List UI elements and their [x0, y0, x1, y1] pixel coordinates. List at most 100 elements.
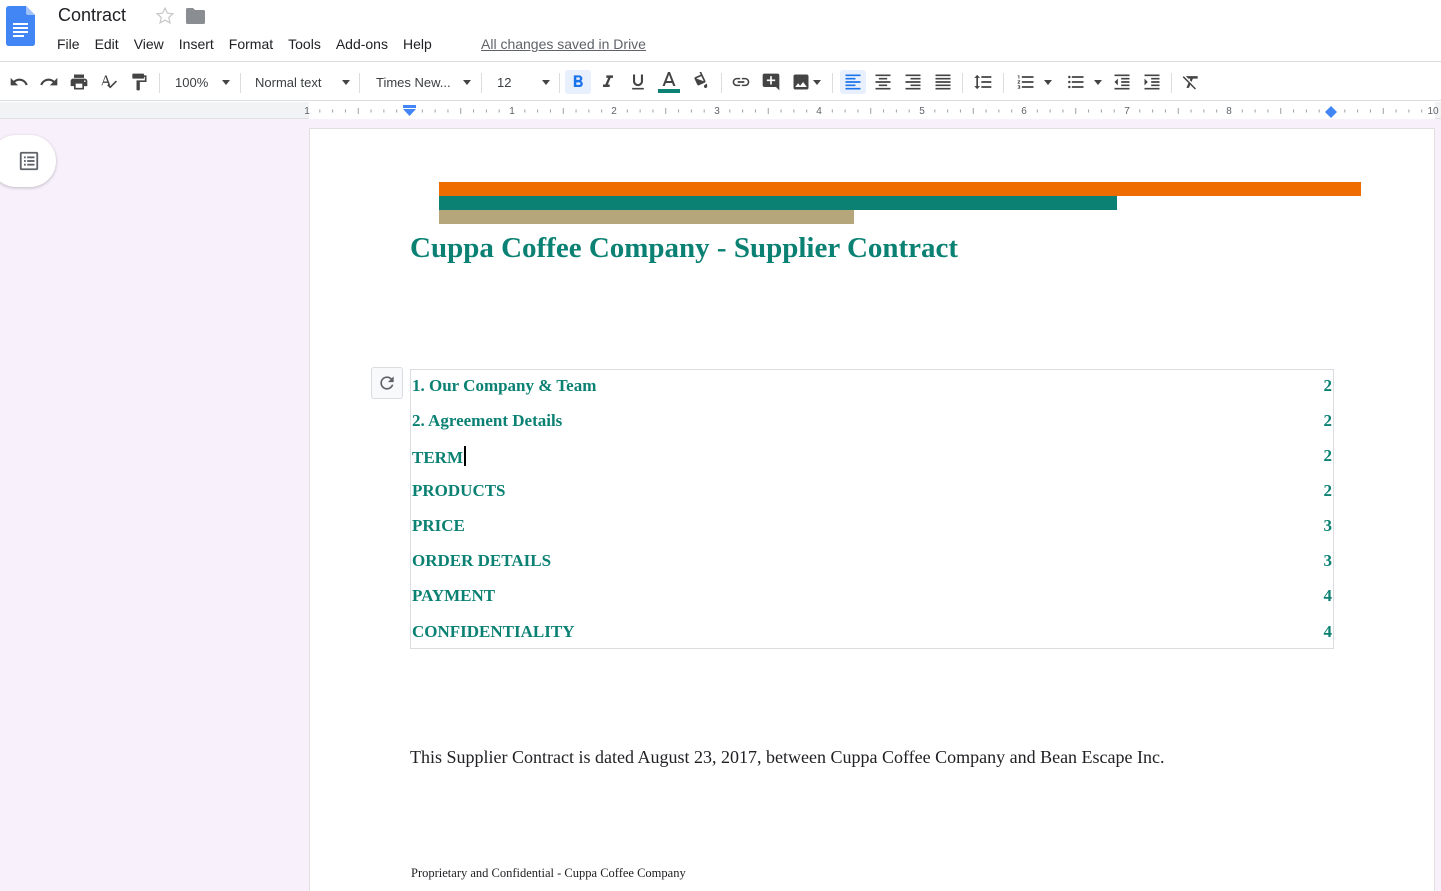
horizontal-ruler[interactable]: 1 1 2 3 4 5 6 7 8 10: [0, 102, 1441, 119]
chevron-down-icon: [1094, 79, 1102, 85]
table-of-contents: 1. Our Company & Team 2 2. Agreement Det…: [410, 369, 1334, 649]
document-canvas[interactable]: Cuppa Coffee Company - Supplier Contract…: [0, 119, 1441, 891]
menu-format[interactable]: Format: [229, 36, 273, 53]
text-color-button[interactable]: [656, 70, 682, 94]
toc-entry-label: PRODUCTS: [412, 481, 506, 500]
align-left-button[interactable]: [840, 70, 866, 94]
undo-button[interactable]: [7, 70, 31, 94]
toolbar-divider: [1003, 73, 1004, 93]
align-left-icon: [845, 74, 861, 90]
page-footer[interactable]: Proprietary and Confidential - Cuppa Cof…: [411, 866, 686, 881]
menu-edit[interactable]: Edit: [95, 36, 119, 53]
align-right-button[interactable]: [901, 70, 925, 94]
bulleted-list-button[interactable]: [1062, 70, 1106, 94]
save-status-link[interactable]: All changes saved in Drive: [481, 36, 646, 53]
menu-file[interactable]: File: [57, 36, 80, 53]
refresh-icon: [380, 376, 394, 390]
title-bar: Contract File Edit View Insert Format To…: [0, 0, 1441, 62]
folder-icon[interactable]: [186, 8, 205, 24]
comment-icon: [762, 73, 780, 91]
link-icon: [732, 77, 750, 87]
toc-entry[interactable]: ORDER DETAILS 3: [412, 551, 1332, 575]
toc-entry-label: 1. Our Company & Team: [412, 376, 597, 395]
redo-button[interactable]: [37, 70, 61, 94]
document-page[interactable]: Cuppa Coffee Company - Supplier Contract…: [309, 128, 1435, 891]
bold-button[interactable]: [565, 70, 591, 94]
italic-button[interactable]: [596, 70, 620, 94]
toc-entry[interactable]: PRODUCTS 2: [412, 481, 1332, 505]
text-cursor: [464, 446, 466, 466]
bold-icon: [573, 75, 583, 87]
paint-format-button[interactable]: [127, 70, 151, 94]
toc-entry-page: 2: [1323, 376, 1333, 395]
toc-entry-page: 4: [1323, 622, 1333, 641]
toc-refresh-button[interactable]: [371, 367, 403, 399]
body-paragraph[interactable]: This Supplier Contract is dated August 2…: [410, 747, 1165, 768]
chevron-down-icon: [1044, 79, 1052, 85]
toolbar-divider: [481, 73, 482, 93]
font-size-dropdown[interactable]: 12: [492, 70, 550, 94]
menu-insert[interactable]: Insert: [179, 36, 214, 53]
highlight-button[interactable]: [689, 70, 713, 94]
ruler-label: 5: [919, 106, 925, 117]
spellcheck-icon: [101, 75, 117, 89]
line-spacing-button[interactable]: [971, 70, 995, 94]
chevron-down-icon: [813, 79, 821, 85]
spellcheck-button[interactable]: [97, 70, 121, 94]
toc-entry-label: CONFIDENTIALITY: [412, 622, 575, 641]
toc-entry-page: 4: [1323, 586, 1333, 605]
menu-addons[interactable]: Add-ons: [336, 36, 388, 53]
underline-button[interactable]: [626, 70, 650, 94]
toc-entry[interactable]: 1. Our Company & Team 2: [412, 376, 1332, 400]
line-spacing-icon: [974, 74, 992, 90]
paragraph-style-dropdown[interactable]: Normal text: [250, 70, 350, 94]
document-outline-button[interactable]: [0, 135, 56, 187]
ruler-scale: 1 1 2 3 4 5 6 7 8 10: [304, 102, 1439, 119]
underline-icon: [632, 74, 644, 90]
toc-entry[interactable]: PAYMENT 4: [412, 586, 1332, 610]
image-icon: [793, 74, 809, 90]
docs-logo-icon[interactable]: [6, 6, 35, 46]
link-button[interactable]: [729, 70, 753, 94]
document-heading[interactable]: Cuppa Coffee Company - Supplier Contract: [410, 232, 958, 265]
align-center-button[interactable]: [871, 70, 895, 94]
accent-bar-teal: [439, 196, 1117, 210]
toolbar-divider: [1171, 73, 1172, 93]
insert-image-button[interactable]: [788, 70, 824, 94]
toc-entry[interactable]: TERM 2: [412, 446, 1332, 470]
paragraph-style-value: Normal text: [255, 74, 322, 90]
toolbar-divider: [559, 73, 560, 93]
numbered-list-button[interactable]: [1012, 70, 1056, 94]
toc-entry[interactable]: 2. Agreement Details 2: [412, 411, 1332, 435]
toc-entry-page: 2: [1323, 446, 1333, 465]
toc-entry-page: 3: [1323, 551, 1333, 570]
print-button[interactable]: [67, 70, 91, 94]
ruler-label: 1: [509, 106, 515, 117]
toolbar-divider: [832, 73, 833, 93]
toc-entry[interactable]: CONFIDENTIALITY 4: [412, 622, 1332, 646]
menu-help[interactable]: Help: [403, 36, 432, 53]
text-color-icon: [658, 72, 680, 93]
add-comment-button[interactable]: [759, 70, 783, 94]
chevron-down-icon: [542, 80, 550, 85]
accent-bar-tan: [439, 210, 854, 224]
ruler-label: 7: [1124, 106, 1130, 117]
star-icon[interactable]: [155, 6, 175, 26]
justify-button[interactable]: [931, 70, 955, 94]
toc-entry[interactable]: PRICE 3: [412, 516, 1332, 540]
decrease-indent-button[interactable]: [1110, 70, 1134, 94]
ruler-label: 1: [304, 106, 310, 117]
clear-formatting-button[interactable]: [1179, 70, 1203, 94]
ruler-label: 8: [1226, 106, 1232, 117]
font-family-dropdown[interactable]: Times New...: [371, 70, 471, 94]
decrease-indent-icon: [1114, 74, 1130, 90]
menu-view[interactable]: View: [134, 36, 164, 53]
increase-indent-button[interactable]: [1140, 70, 1164, 94]
toc-entry-label: PAYMENT: [412, 586, 496, 605]
bulleted-list-icon: [1068, 75, 1084, 89]
italic-icon: [603, 75, 613, 87]
zoom-dropdown[interactable]: 100%: [170, 70, 230, 94]
menu-tools[interactable]: Tools: [288, 36, 321, 53]
document-title[interactable]: Contract: [58, 5, 126, 26]
justify-icon: [935, 74, 951, 90]
